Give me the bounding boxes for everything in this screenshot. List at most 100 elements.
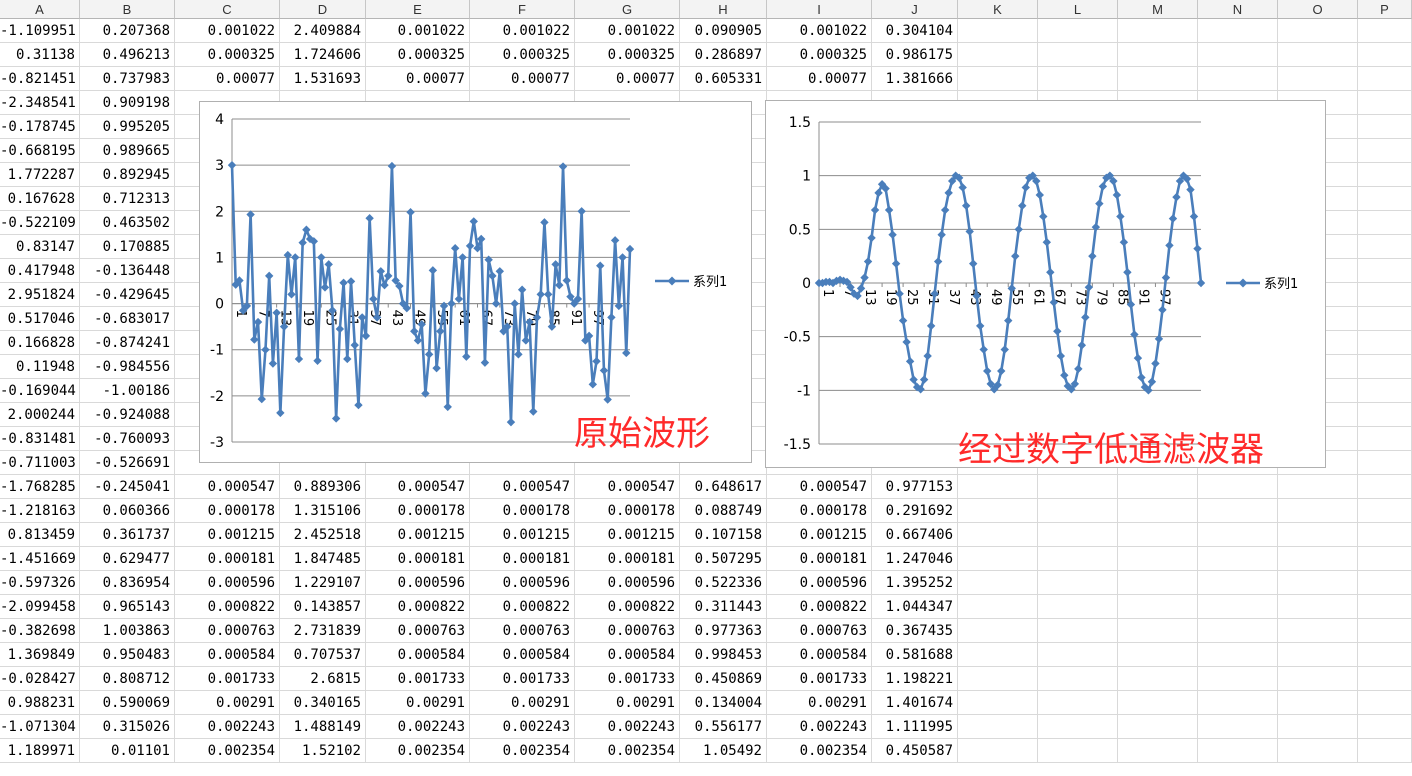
cell[interactable]: 1.247046 — [872, 547, 958, 571]
cell[interactable]: -0.028427 — [0, 667, 80, 691]
cell[interactable] — [1198, 619, 1278, 643]
cell[interactable]: 0.977363 — [680, 619, 767, 643]
cell[interactable]: 0.989665 — [80, 139, 175, 163]
column-header-a[interactable]: A — [0, 0, 80, 19]
column-header-l[interactable]: L — [1038, 0, 1118, 19]
cell[interactable]: 0.000763 — [575, 619, 680, 643]
cell[interactable]: 0.522336 — [680, 571, 767, 595]
cell[interactable]: 0.000584 — [175, 643, 280, 667]
cell[interactable]: 0.001022 — [575, 19, 680, 43]
cell[interactable]: 0.000181 — [175, 547, 280, 571]
cell[interactable]: 0.000547 — [575, 475, 680, 499]
cell[interactable] — [1038, 643, 1118, 667]
cell[interactable]: 0.000547 — [470, 475, 575, 499]
cell[interactable]: 1.847485 — [280, 547, 366, 571]
cell[interactable]: 1.05492 — [680, 739, 767, 763]
cell[interactable]: 1.488149 — [280, 715, 366, 739]
cell[interactable]: 0.892945 — [80, 163, 175, 187]
cell[interactable] — [1198, 499, 1278, 523]
cell[interactable]: 0.107158 — [680, 523, 767, 547]
cell[interactable]: -0.245041 — [80, 475, 175, 499]
cell[interactable]: 0.556177 — [680, 715, 767, 739]
cell[interactable] — [1278, 715, 1358, 739]
cell[interactable]: 0.836954 — [80, 571, 175, 595]
cell[interactable]: 0.000596 — [767, 571, 872, 595]
cell[interactable]: -0.597326 — [0, 571, 80, 595]
cell[interactable] — [1198, 475, 1278, 499]
cell[interactable]: -0.429645 — [80, 283, 175, 307]
cell[interactable]: 0.207368 — [80, 19, 175, 43]
cell[interactable]: 0.000822 — [767, 595, 872, 619]
cell[interactable]: 0.001022 — [175, 19, 280, 43]
cell[interactable]: 0.002354 — [767, 739, 872, 763]
cell[interactable] — [1278, 523, 1358, 547]
cell[interactable] — [1198, 19, 1278, 43]
cell[interactable]: 0.000178 — [366, 499, 470, 523]
cell[interactable] — [958, 43, 1038, 67]
cell[interactable] — [1038, 67, 1118, 91]
cell[interactable]: 1.315106 — [280, 499, 366, 523]
cell[interactable]: 0.000325 — [366, 43, 470, 67]
cell[interactable]: -0.526691 — [80, 451, 175, 475]
cell[interactable] — [1358, 331, 1412, 355]
cell[interactable] — [1358, 91, 1412, 115]
cell[interactable] — [958, 691, 1038, 715]
cell[interactable]: 1.381666 — [872, 67, 958, 91]
cell[interactable]: 0.000584 — [366, 643, 470, 667]
column-header-h[interactable]: H — [680, 0, 767, 19]
cell[interactable]: 0.291692 — [872, 499, 958, 523]
cell[interactable] — [1278, 691, 1358, 715]
cell[interactable] — [1038, 547, 1118, 571]
cell[interactable]: 0.517046 — [0, 307, 80, 331]
cell[interactable] — [1278, 475, 1358, 499]
cell[interactable] — [1038, 619, 1118, 643]
cell[interactable] — [1118, 475, 1198, 499]
column-header-m[interactable]: M — [1118, 0, 1198, 19]
cell[interactable] — [1038, 667, 1118, 691]
cell[interactable]: 0.002243 — [767, 715, 872, 739]
cell[interactable] — [1118, 667, 1198, 691]
cell[interactable]: 0.000178 — [470, 499, 575, 523]
cell[interactable] — [1278, 619, 1358, 643]
cell[interactable] — [1198, 643, 1278, 667]
cell[interactable]: 1.395252 — [872, 571, 958, 595]
cell[interactable]: 0.060366 — [80, 499, 175, 523]
cell[interactable] — [1198, 691, 1278, 715]
cell[interactable] — [1038, 19, 1118, 43]
cell[interactable]: 0.648617 — [680, 475, 767, 499]
cell[interactable]: 0.998453 — [680, 643, 767, 667]
cell[interactable] — [1358, 283, 1412, 307]
cell[interactable]: 1.229107 — [280, 571, 366, 595]
cell[interactable]: 0.450869 — [680, 667, 767, 691]
cell[interactable]: 0.000584 — [575, 643, 680, 667]
cell[interactable]: -0.169044 — [0, 379, 80, 403]
column-header-f[interactable]: F — [470, 0, 575, 19]
cell[interactable]: 0.002354 — [470, 739, 575, 763]
cell[interactable] — [1118, 595, 1198, 619]
cell[interactable]: 0.00077 — [366, 67, 470, 91]
cell[interactable] — [1278, 19, 1358, 43]
cell[interactable]: -0.874241 — [80, 331, 175, 355]
column-header-p[interactable]: P — [1358, 0, 1412, 19]
cell[interactable]: -0.178745 — [0, 115, 80, 139]
cell[interactable]: 2.409884 — [280, 19, 366, 43]
cell[interactable]: 0.000822 — [366, 595, 470, 619]
cell[interactable]: 1.369849 — [0, 643, 80, 667]
cell[interactable]: 0.712313 — [80, 187, 175, 211]
cell[interactable]: 0.986175 — [872, 43, 958, 67]
cell[interactable] — [1278, 547, 1358, 571]
cell[interactable]: 0.417948 — [0, 259, 80, 283]
cell[interactable]: 0.001733 — [470, 667, 575, 691]
cell[interactable] — [1118, 547, 1198, 571]
cell[interactable]: 0.000325 — [175, 43, 280, 67]
cell[interactable]: 0.367435 — [872, 619, 958, 643]
cell[interactable] — [1358, 67, 1412, 91]
cell[interactable]: 0.463502 — [80, 211, 175, 235]
cell[interactable]: 0.000181 — [366, 547, 470, 571]
cell[interactable] — [1358, 475, 1412, 499]
cell[interactable]: 0.450587 — [872, 739, 958, 763]
cell[interactable] — [1118, 643, 1198, 667]
cell[interactable] — [1358, 211, 1412, 235]
cell[interactable] — [1358, 451, 1412, 475]
cell[interactable] — [1358, 715, 1412, 739]
